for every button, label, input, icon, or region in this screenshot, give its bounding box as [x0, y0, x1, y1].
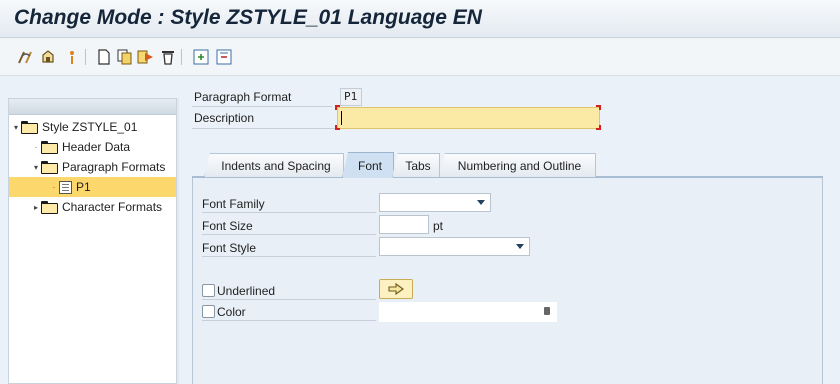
focus-corner [335, 125, 340, 130]
paragraph-format-label: Paragraph Format [194, 90, 292, 104]
delete-icon[interactable] [159, 48, 177, 66]
color-label: Color [217, 305, 246, 319]
expand-icon[interactable] [192, 48, 210, 66]
description-input-wrapper [337, 107, 600, 129]
window-title: Change Mode : Style ZSTYLE_01 Language E… [14, 6, 482, 29]
info-icon[interactable] [63, 48, 81, 66]
create-icon[interactable] [95, 48, 113, 66]
tree-node-label: Character Formats [62, 200, 163, 214]
open-folder-icon [21, 120, 39, 134]
focus-corner [596, 125, 601, 130]
tab-numbering-and-outline[interactable]: Numbering and Outline [439, 153, 596, 177]
dropdown-arrow-icon [477, 200, 485, 205]
expand-toggle-icon[interactable]: ▾ [31, 163, 41, 172]
dropdown-arrow-icon [516, 244, 524, 249]
underlined-checkbox[interactable] [202, 284, 215, 297]
divider [192, 106, 332, 107]
collapse-toggle-icon[interactable]: ▸ [31, 203, 41, 212]
tree-node-label: P1 [76, 180, 91, 194]
divider [202, 212, 376, 213]
value-help-icon[interactable] [544, 307, 550, 315]
paragraph-format-field: P1 [340, 88, 362, 106]
expand-toggle-icon[interactable]: ▾ [11, 123, 21, 132]
tab-indents-and-spacing[interactable]: Indents and Spacing [204, 153, 344, 177]
tree-node-header-data[interactable]: · Header Data [9, 137, 178, 157]
activate-icon[interactable] [137, 48, 155, 66]
copy-icon[interactable] [116, 48, 134, 66]
tree-node-paragraph-formats[interactable]: ▾ Paragraph Formats [9, 157, 178, 177]
open-folder-icon [41, 160, 59, 174]
folder-icon [41, 140, 59, 154]
divider [202, 234, 376, 235]
tree-header [9, 99, 176, 115]
tree-node-label: Style ZSTYLE_01 [42, 120, 138, 134]
font-size-label: Font Size [202, 219, 253, 233]
underline-details-button[interactable] [379, 279, 413, 299]
toolbar-separator [181, 49, 182, 65]
font-size-input[interactable] [379, 215, 429, 234]
tab-font[interactable]: Font [342, 152, 394, 178]
display-change-icon[interactable] [17, 48, 35, 66]
focus-corner [596, 105, 601, 110]
color-checkbox[interactable] [202, 305, 215, 318]
panel-splitter[interactable] [176, 98, 179, 384]
description-input[interactable] [338, 108, 599, 128]
arrow-right-icon [388, 282, 404, 296]
toolbar-separator [85, 49, 86, 65]
tab-panel [192, 177, 823, 384]
font-style-label: Font Style [202, 241, 257, 255]
tree-node-p1[interactable]: · P1 [9, 177, 178, 197]
document-icon [59, 180, 72, 194]
folder-icon [41, 200, 59, 214]
text-cursor [341, 111, 342, 125]
other-object-icon[interactable] [40, 48, 58, 66]
underlined-label: Underlined [217, 284, 276, 298]
focus-corner [335, 105, 340, 110]
font-family-dropdown[interactable] [379, 193, 491, 212]
tab-tabs[interactable]: Tabs [392, 153, 440, 177]
title-bar: Change Mode : Style ZSTYLE_01 Language E… [0, 0, 840, 38]
style-tree: ▾ Style ZSTYLE_01 · Header Data ▾ Paragr… [8, 98, 178, 384]
description-label: Description [194, 111, 255, 125]
font-style-dropdown[interactable] [379, 237, 530, 256]
tree-node-character-formats[interactable]: ▸ Character Formats [9, 197, 178, 217]
tree-node-style[interactable]: ▾ Style ZSTYLE_01 [9, 117, 178, 137]
collapse-icon[interactable] [215, 48, 233, 66]
application-toolbar [0, 38, 840, 76]
tree-node-label: Header Data [62, 140, 131, 154]
leaf-bullet-icon: · [52, 182, 56, 192]
font-family-label: Font Family [202, 197, 265, 211]
divider [202, 299, 376, 300]
tree-node-label: Paragraph Formats [62, 160, 166, 174]
color-input[interactable] [379, 302, 557, 322]
divider [202, 256, 376, 257]
leaf-bullet-icon: · [34, 142, 38, 152]
font-size-unit: pt [433, 219, 444, 233]
divider [202, 320, 376, 321]
